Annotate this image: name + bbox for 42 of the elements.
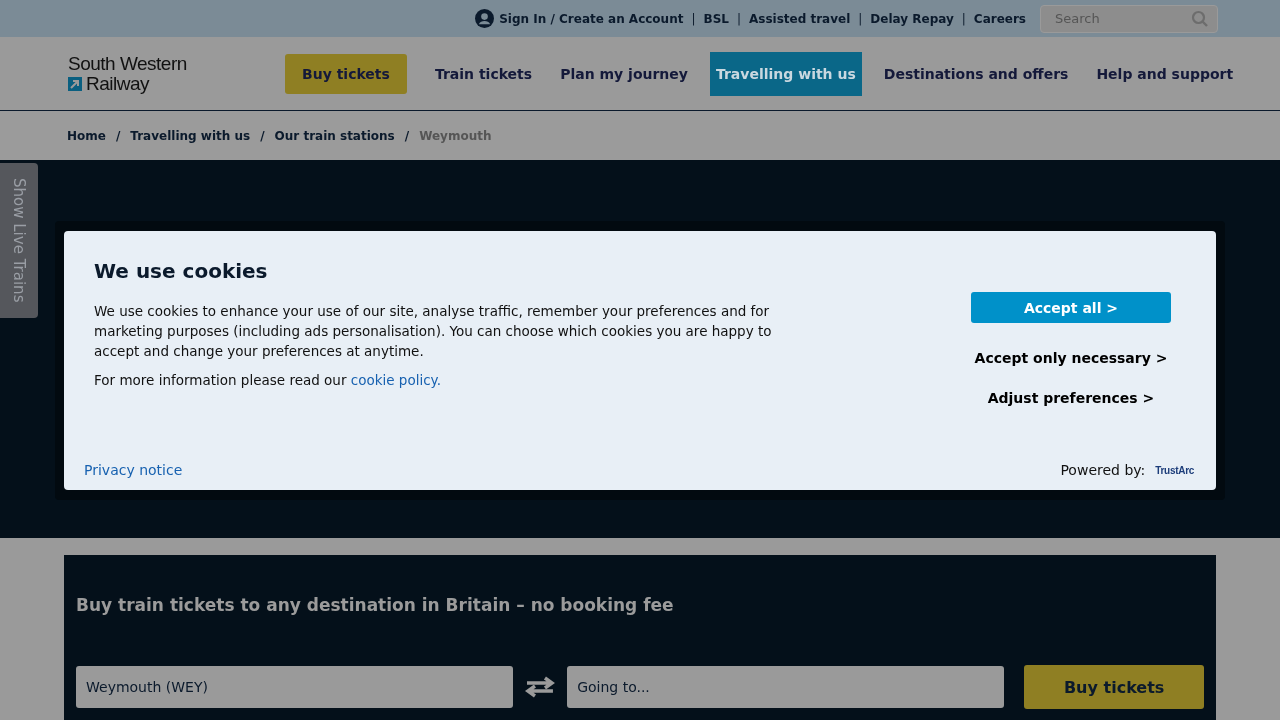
- accept-all-button[interactable]: Accept all >: [971, 292, 1171, 323]
- logo-text: Railway: [86, 73, 150, 94]
- arrow-icon: [68, 76, 82, 91]
- nav-tab[interactable]: Travelling with us: [709, 51, 862, 96]
- top-link[interactable]: Assisted travel: [748, 11, 851, 26]
- provider-logo: TrustArc: [1155, 464, 1194, 476]
- logo-text: South Western: [68, 53, 188, 74]
- breadcrumb-separator: /: [404, 128, 410, 143]
- user-icon: [475, 9, 495, 28]
- cookie-message: We use cookies to enhance your use of our site, analyse traffic, remember your preferences and for marketing purposes (including ads personalisation). You can choose which cookies you are happy to accept and change your preferences at anytime.: [94, 302, 773, 361]
- nav-tab[interactable]: Plan my journey: [554, 51, 694, 96]
- cookie-policy-link[interactable]: cookie policy.: [350, 372, 441, 388]
- separator: |: [961, 11, 966, 26]
- breadcrumb-link[interactable]: Home: [67, 128, 106, 143]
- separator: |: [858, 11, 863, 26]
- search-field[interactable]: Search: [1040, 4, 1218, 33]
- sign-in-link[interactable]: Sign In / Create an Account: [475, 9, 684, 28]
- separator: |: [736, 11, 741, 26]
- breadcrumb-separator: /: [115, 128, 121, 143]
- nav-tab[interactable]: Train tickets: [428, 51, 539, 96]
- breadcrumb-separator: /: [260, 128, 265, 143]
- top-link[interactable]: Delay Repay: [870, 11, 954, 26]
- powered-by-label: Powered by:: [1060, 462, 1146, 478]
- from-field[interactable]: Weymouth (WEY): [76, 666, 514, 708]
- buy-tickets-button[interactable]: Buy tickets: [1024, 665, 1204, 709]
- option-button[interactable]: Adjust preferences >: [983, 386, 1159, 410]
- breadcrumb-link[interactable]: Our train stations: [274, 128, 395, 143]
- separator: |: [691, 11, 696, 26]
- current-page-label: Weymouth: [419, 128, 492, 143]
- dialog-title: We use cookies: [94, 259, 269, 283]
- buy-tickets-button[interactable]: Buy tickets: [285, 53, 407, 94]
- nav-tab[interactable]: Help and support: [1090, 51, 1240, 96]
- more-info-text: For more information please read our cookie policy.: [94, 371, 442, 390]
- privacy-link[interactable]: Privacy notice: [84, 462, 183, 478]
- booking-heading: Buy train tickets to any destination in Britain – no booking fee: [76, 595, 675, 615]
- nav-tab[interactable]: Destinations and offers: [877, 51, 1075, 96]
- breadcrumb-link[interactable]: Travelling with us: [130, 128, 251, 143]
- option-button[interactable]: Accept only necessary >: [970, 346, 1172, 370]
- top-link[interactable]: BSL: [703, 11, 729, 26]
- to-field[interactable]: Going to...: [567, 666, 1005, 708]
- top-link[interactable]: Careers: [973, 11, 1026, 26]
- tab-label: Show Live Trains: [10, 178, 28, 303]
